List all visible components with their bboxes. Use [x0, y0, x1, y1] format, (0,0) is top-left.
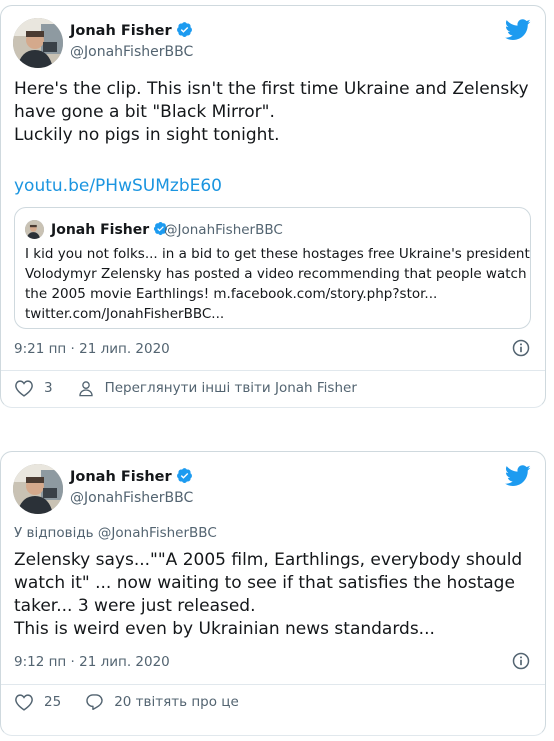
author-avatar[interactable] — [13, 18, 63, 68]
twitter-bird-icon[interactable] — [505, 19, 531, 41]
like-action[interactable]: 3 — [14, 379, 53, 397]
heart-icon[interactable] — [14, 379, 34, 397]
reply-to-label[interactable]: У відповідь @JonahFisherBBC — [14, 525, 217, 541]
author-handle[interactable]: @JonahFisherBBC — [70, 490, 193, 506]
see-more-tweets-label[interactable]: Переглянути інші твіти Jonah Fisher — [105, 380, 357, 396]
quoted-author-handle: @JonahFisherBBC — [164, 222, 283, 238]
quoted-tweet[interactable]: Jonah Fisher @JonahFisherBBC I kid you n… — [14, 207, 531, 329]
quoted-author-name: Jonah Fisher — [51, 221, 168, 238]
tweet-timestamp[interactable]: 9:12 пп · 21 лип. 2020 — [14, 654, 170, 670]
author-handle[interactable]: @JonahFisherBBC — [70, 44, 193, 60]
tweet-text-line: This is weird even by Ukrainian news sta… — [14, 619, 435, 639]
person-icon[interactable] — [77, 379, 95, 398]
reply-action[interactable]: 20 твітять про це — [85, 693, 239, 711]
tweet-actions: 3 Переглянути інші твіти Jonah Fisher — [14, 377, 381, 399]
author-name[interactable]: Jonah Fisher — [70, 21, 193, 39]
tweet-text-line: Here's the clip. This isn't the first ti… — [14, 79, 529, 99]
author-name[interactable]: Jonah Fisher — [70, 467, 193, 485]
tweet-text-line: Luckily no pigs in sight tonight. — [14, 125, 280, 145]
author-name-text[interactable]: Jonah Fisher — [70, 23, 172, 39]
like-action[interactable]: 25 — [14, 693, 61, 711]
info-icon[interactable] — [511, 338, 531, 358]
verified-badge-icon — [176, 468, 192, 483]
tweet-timestamp[interactable]: 9:21 пп · 21 лип. 2020 — [14, 341, 170, 357]
quoted-text-line: twitter.com/JonahFisherBBC... — [25, 306, 225, 322]
replies-label[interactable]: 20 твітять про це — [114, 694, 239, 710]
quoted-tweet-text: I kid you not folks... in a bid to get t… — [25, 244, 530, 324]
heart-icon[interactable] — [14, 693, 34, 711]
quoted-text-line: the 2005 movie Earthlings! m.facebook.co… — [25, 286, 438, 302]
quoted-author-name-text: Jonah Fisher — [51, 222, 150, 238]
action-divider — [1, 684, 545, 685]
twitter-bird-icon[interactable] — [505, 465, 531, 487]
tweet-text-line: watch it" ... now waiting to see if that… — [14, 573, 515, 593]
tweet-text-line: taker... 3 were just released. — [14, 596, 256, 616]
tweet-actions: 25 20 твітять про це — [14, 691, 263, 713]
youtube-link[interactable]: youtu.be/PHwSUMzbE60 — [14, 176, 222, 196]
tweet-separator — [0, 414, 554, 446]
tweet-text-line: have gone a bit "Black Mirror". — [14, 102, 275, 122]
author-avatar[interactable] — [13, 464, 63, 514]
reply-bubble-icon[interactable] — [85, 693, 104, 711]
tweet-text-line: Zelensky says...""A 2005 film, Earthling… — [14, 550, 523, 570]
verified-badge-icon — [176, 22, 192, 37]
like-count[interactable]: 25 — [44, 694, 61, 710]
action-divider — [1, 370, 545, 371]
tweet-card-1: Jonah Fisher @JonahFisherBBC Here's the … — [0, 5, 546, 408]
quoted-text-line: I kid you not folks... in a bid to get t… — [25, 246, 530, 262]
quoted-text-line: Volodymyr Zelensky has posted a video re… — [25, 266, 527, 282]
tweet-text: Here's the clip. This isn't the first ti… — [14, 78, 529, 147]
tweet-card-2: Jonah Fisher @JonahFisherBBC У відповідь… — [0, 451, 546, 736]
author-name-text[interactable]: Jonah Fisher — [70, 469, 172, 485]
info-icon[interactable] — [511, 651, 531, 671]
like-count[interactable]: 3 — [44, 380, 53, 396]
quoted-author-avatar — [25, 220, 44, 239]
see-more-tweets-action[interactable]: Переглянути інші твіти Jonah Fisher — [77, 379, 357, 398]
tweet-text: Zelensky says...""A 2005 film, Earthling… — [14, 549, 522, 641]
